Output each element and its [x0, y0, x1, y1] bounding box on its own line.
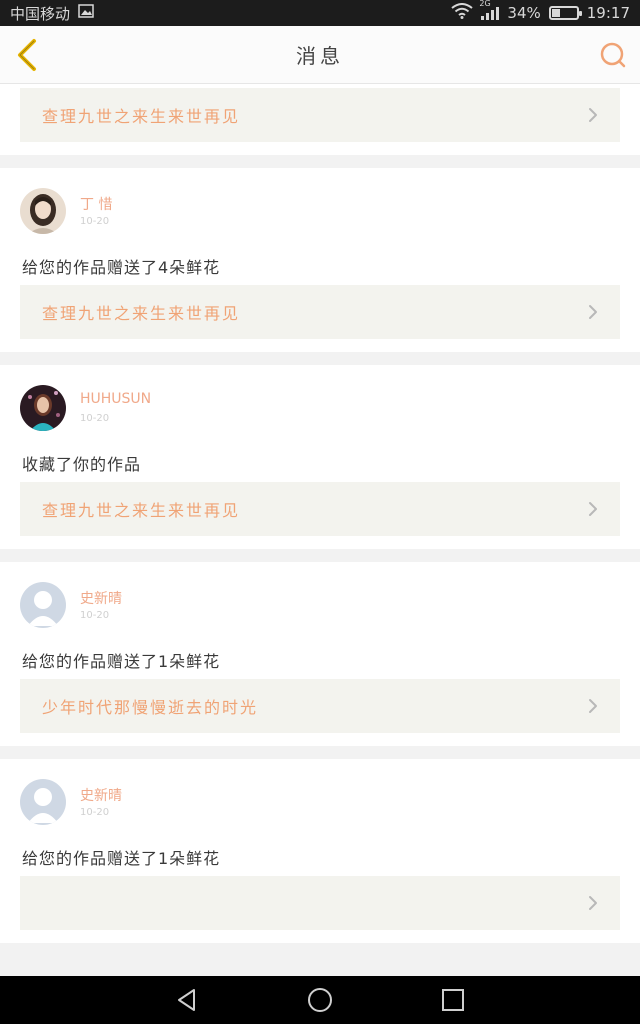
message-text: 给您的作品赠送了1朵鲜花 — [22, 849, 221, 868]
network-type: 2G — [479, 0, 491, 8]
image-notification-icon — [78, 4, 94, 22]
work-title: 查理九世之来生来世再见 — [42, 304, 241, 323]
work-link[interactable] — [20, 876, 620, 930]
triangle-back-icon — [177, 989, 195, 1011]
message-time: 10-20 — [80, 610, 110, 621]
battery-icon — [548, 6, 582, 20]
chevron-right-icon — [586, 697, 600, 715]
avatar[interactable] — [20, 385, 66, 431]
message-time: 10-20 — [80, 216, 110, 227]
nav-recents-button[interactable] — [433, 980, 473, 1020]
clock: 19:17 — [586, 4, 630, 22]
chevron-right-icon — [586, 500, 600, 518]
message-card: 史新晴 10-20 给您的作品赠送了1朵鲜花少年时代那慢慢逝去的时光 — [0, 562, 640, 746]
work-title: 查理九世之来生来世再见 — [42, 107, 241, 126]
message-card: 丁 惜 10-20 给您的作品赠送了4朵鲜花查理九世之来生来世再见 — [0, 168, 640, 352]
status-bar: 中国移动 2G 34% 19:17 — [0, 0, 640, 26]
message-card: HUHUSUN 10-20 收藏了你的作品查理九世之来生来世再见 — [0, 365, 640, 549]
signal-icon: 2G — [479, 0, 500, 20]
message-time: 10-20 — [80, 807, 110, 818]
user-name[interactable]: HUHUSUN — [80, 391, 151, 407]
message-card: 史新晴 10-20 给您的作品赠送了1朵鲜花 — [0, 759, 640, 943]
avatar[interactable] — [20, 582, 66, 628]
wifi-icon — [451, 3, 474, 23]
chevron-right-icon — [586, 894, 600, 912]
message-text: 给您的作品赠送了1朵鲜花 — [22, 652, 221, 671]
back-arrow-icon — [18, 39, 36, 71]
message-card: 丁 惜10-20给您的作品赠送了4朵鲜花查理九世之来生来世再见 — [0, 84, 640, 155]
back-button[interactable] — [10, 36, 44, 74]
carrier-label: 中国移动 — [10, 4, 71, 23]
message-list: 丁 惜10-20给您的作品赠送了4朵鲜花查理九世之来生来世再见丁 惜10-20给… — [0, 84, 640, 956]
avatar[interactable] — [20, 779, 66, 825]
message-feed[interactable]: 丁 惜10-20给您的作品赠送了4朵鲜花查理九世之来生来世再见丁 惜10-20给… — [0, 84, 640, 976]
work-link[interactable]: 查理九世之来生来世再见 — [20, 285, 620, 339]
work-title: 查理九世之来生来世再见 — [42, 501, 241, 520]
nav-home-button[interactable] — [300, 980, 340, 1020]
chevron-right-icon — [586, 106, 600, 124]
message-text: 给您的作品赠送了4朵鲜花 — [22, 258, 221, 277]
work-title: 少年时代那慢慢逝去的时光 — [42, 698, 259, 717]
circle-home-icon — [307, 988, 332, 1012]
user-name[interactable]: 史新晴 — [80, 588, 122, 608]
search-icon — [600, 42, 626, 68]
chevron-right-icon — [586, 303, 600, 321]
message-text: 收藏了你的作品 — [22, 455, 142, 474]
app-header: 消息 — [0, 26, 640, 84]
battery-percent: 34% — [507, 4, 541, 22]
page-title: 消息 — [296, 44, 344, 68]
avatar[interactable] — [20, 188, 66, 234]
user-name[interactable]: 丁 惜 — [80, 194, 112, 214]
work-link[interactable]: 查理九世之来生来世再见 — [20, 88, 620, 142]
message-time: 10-20 — [80, 413, 110, 424]
work-link[interactable]: 少年时代那慢慢逝去的时光 — [20, 679, 620, 733]
square-recents-icon — [442, 989, 465, 1011]
search-button[interactable] — [596, 38, 630, 72]
work-link[interactable]: 查理九世之来生来世再见 — [20, 482, 620, 536]
system-nav-bar — [0, 976, 640, 1024]
nav-back-button[interactable] — [167, 980, 207, 1020]
user-name[interactable]: 史新晴 — [80, 785, 122, 805]
